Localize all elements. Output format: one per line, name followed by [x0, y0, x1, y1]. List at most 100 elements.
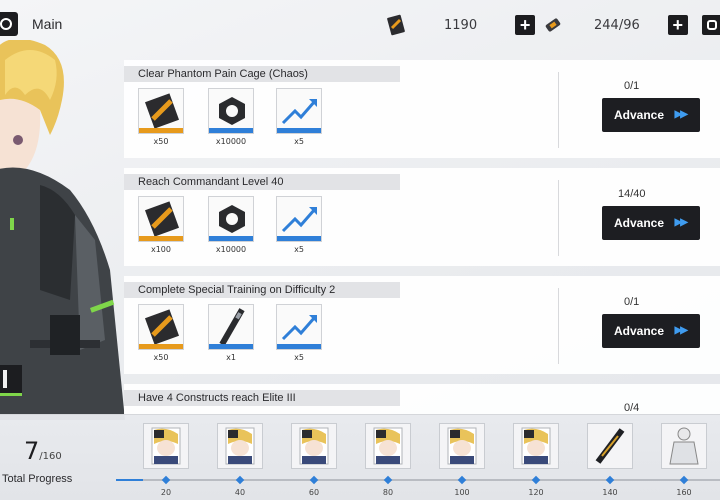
- milestone-marker: [161, 475, 171, 485]
- advance-button[interactable]: Advance ▶▶: [602, 98, 700, 132]
- character-card-icon: [514, 424, 558, 473]
- advance-label: Advance: [614, 108, 665, 122]
- advance-button[interactable]: Advance ▶▶: [602, 206, 700, 240]
- milestone-value: 100: [454, 488, 470, 497]
- milestone-reward[interactable]: [217, 423, 263, 469]
- reward-item[interactable]: x1: [208, 304, 254, 362]
- task-card: Have 4 Constructs reach Elite III 0/4: [124, 384, 720, 414]
- reward-quantity: x1: [226, 353, 236, 362]
- gold-ticket-icon: [138, 304, 184, 350]
- add-currency-button[interactable]: +: [515, 15, 536, 35]
- milestone-value: 140: [602, 488, 618, 497]
- currency-value: 1190: [444, 17, 478, 33]
- milestone-marker: [605, 475, 615, 485]
- milestone-marker: [383, 475, 393, 485]
- reward-quantity: x5: [294, 137, 304, 146]
- task-title: Have 4 Constructs reach Elite III: [124, 390, 400, 406]
- gold-ticket-icon: [387, 14, 405, 36]
- hex-nut-icon: [208, 196, 254, 242]
- advance-label: Advance: [614, 324, 665, 338]
- reward-quantity: x5: [294, 353, 304, 362]
- milestone-value: 40: [234, 488, 246, 497]
- total-progress-label: Total Progress: [2, 473, 73, 485]
- milestone-reward[interactable]: [587, 423, 633, 469]
- milestone-reward[interactable]: [439, 423, 485, 469]
- outfit-icon: [662, 424, 706, 473]
- currency-display: 1190 +: [386, 12, 536, 38]
- reward-quantity: x50: [153, 137, 169, 146]
- reward-item[interactable]: x5: [276, 304, 322, 362]
- divider: [558, 72, 559, 148]
- task-card: Complete Special Training on Difficulty …: [124, 276, 720, 374]
- main-screen: Main 1190 + 244/96 + Clear Phantom Pain …: [0, 0, 720, 500]
- total-progress-max: /160: [39, 451, 62, 462]
- reward-item[interactable]: x100: [138, 196, 184, 254]
- gold-ticket-icon: [138, 88, 184, 134]
- weapon-icon: [588, 424, 632, 473]
- milestone-reward[interactable]: [143, 423, 189, 469]
- hex-nut-icon: [208, 88, 254, 134]
- settings-button[interactable]: [701, 15, 720, 35]
- progress-track: [116, 479, 720, 481]
- character-card-icon: [144, 424, 188, 473]
- advance-button[interactable]: Advance ▶▶: [602, 314, 700, 348]
- home-button[interactable]: [0, 12, 18, 36]
- stamina-value: 244/96: [594, 17, 640, 33]
- milestone-value: 60: [308, 488, 320, 497]
- reward-item[interactable]: x5: [276, 88, 322, 146]
- milestone-reward[interactable]: [291, 423, 337, 469]
- milestone-marker: [457, 475, 467, 485]
- reward-item[interactable]: x50: [138, 304, 184, 362]
- character-card-icon: [292, 424, 336, 473]
- task-card: Clear Phantom Pain Cage (Chaos) x50 x100…: [124, 60, 720, 158]
- reward-item[interactable]: x10000: [208, 196, 254, 254]
- add-stamina-button[interactable]: +: [667, 15, 688, 35]
- milestone-value: 120: [528, 488, 544, 497]
- task-progress: 14/40: [618, 188, 646, 200]
- milestone-reward[interactable]: [365, 423, 411, 469]
- reward-quantity: x50: [153, 353, 169, 362]
- milestone-marker: [679, 475, 689, 485]
- page-title: Main: [32, 16, 63, 32]
- task-card: Reach Commandant Level 40 x100 x10000 x5…: [124, 168, 720, 266]
- character-card-icon: [366, 424, 410, 473]
- progress-fill: [116, 479, 143, 481]
- supply-arrow-icon: [276, 88, 322, 134]
- task-title: Complete Special Training on Difficulty …: [124, 282, 400, 298]
- total-progress-bar: 7/160 Total Progress 20 40 60 80 100 120 140 16…: [0, 414, 720, 500]
- stamina-battery-icon: [545, 18, 561, 32]
- gear-icon: [706, 20, 717, 30]
- task-progress: 0/1: [624, 296, 640, 308]
- total-progress-current: 7: [24, 437, 40, 465]
- double-chevron-icon: ▶▶: [674, 325, 688, 336]
- total-progress-value: 7/160: [24, 437, 62, 465]
- milestone-value: 80: [382, 488, 394, 497]
- character-card-icon: [440, 424, 484, 473]
- reward-quantity: x10000: [215, 245, 247, 254]
- task-progress: 0/4: [624, 402, 640, 414]
- milestone-reward[interactable]: [661, 423, 707, 469]
- stamina-display: 244/96 +: [542, 12, 720, 38]
- milestone-value: 20: [160, 488, 172, 497]
- reward-item[interactable]: x10000: [208, 88, 254, 146]
- reward-quantity: x5: [294, 245, 304, 254]
- task-progress: 0/1: [624, 80, 640, 92]
- reward-item[interactable]: x5: [276, 196, 322, 254]
- top-bar: Main 1190 + 244/96 +: [0, 0, 720, 50]
- milestone-marker: [235, 475, 245, 485]
- supply-arrow-icon: [276, 196, 322, 242]
- milestone-reward[interactable]: [513, 423, 559, 469]
- reward-item[interactable]: x50: [138, 88, 184, 146]
- divider: [558, 180, 559, 256]
- home-icon: [0, 18, 12, 30]
- milestone-value: 160: [676, 488, 692, 497]
- task-title: Reach Commandant Level 40: [124, 174, 400, 190]
- reward-quantity: x100: [150, 245, 171, 254]
- reward-quantity: x10000: [215, 137, 247, 146]
- divider: [558, 288, 559, 364]
- character-card-icon: [218, 424, 262, 473]
- task-title: Clear Phantom Pain Cage (Chaos): [124, 66, 400, 82]
- double-chevron-icon: ▶▶: [674, 217, 688, 228]
- supply-stick-icon: [208, 304, 254, 350]
- gold-ticket-icon: [138, 196, 184, 242]
